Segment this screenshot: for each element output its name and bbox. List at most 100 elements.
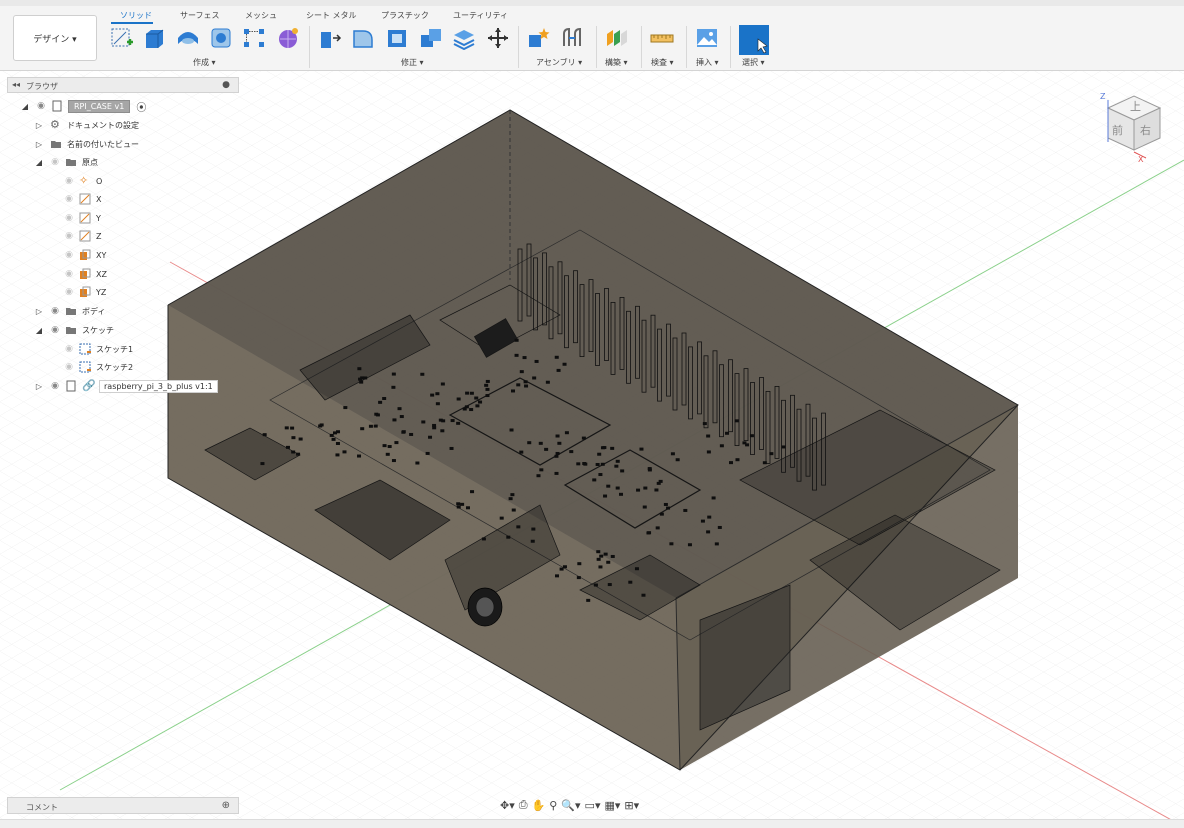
- expand-icon[interactable]: ▷: [34, 140, 44, 149]
- smd-component: [655, 526, 660, 530]
- smd-component: [700, 519, 705, 523]
- insert-image-icon[interactable]: [695, 26, 719, 50]
- smd-component: [432, 426, 437, 430]
- visibility-eye-icon[interactable]: ◉: [64, 194, 74, 204]
- viewcube-front-label[interactable]: 前: [1112, 123, 1123, 137]
- smd-component: [669, 542, 674, 546]
- visibility-eye-icon[interactable]: ◉: [64, 269, 74, 279]
- comments-panel[interactable]: コメント ⊕: [7, 797, 239, 814]
- tab-surface[interactable]: サーフェス: [180, 10, 220, 21]
- folder-icon: [65, 305, 77, 317]
- expand-icon[interactable]: ◢: [34, 158, 44, 167]
- extrude-icon[interactable]: [143, 26, 167, 50]
- pan-hand-icon[interactable]: ✋: [532, 799, 546, 812]
- visibility-eye-icon[interactable]: ◉: [64, 213, 74, 223]
- expand-icon[interactable]: ◢: [34, 326, 44, 335]
- tree-item-origin[interactable]: ◢ ◉ 原点: [34, 154, 98, 170]
- select-icon[interactable]: [739, 25, 769, 55]
- viewcube-top-label[interactable]: 上: [1130, 100, 1141, 113]
- tree-item-bodies[interactable]: ▷ ◉ ボディ: [34, 303, 106, 319]
- collapse-panel-icon[interactable]: ◂◂: [12, 80, 20, 89]
- canvas-viewport[interactable]: 上 前 右 Z X: [0, 71, 1184, 827]
- 3d-scene[interactable]: 上 前 右 Z X: [0, 71, 1184, 827]
- visibility-eye-icon[interactable]: ◉: [64, 231, 74, 241]
- browser-panel-header[interactable]: ◂◂ ブラウザ ●: [7, 77, 239, 93]
- tab-plastic[interactable]: プラスチック: [381, 10, 429, 21]
- tree-item-sketch1[interactable]: ◉ スケッチ1: [64, 341, 133, 357]
- browser-options-icon[interactable]: ●: [222, 80, 230, 90]
- offset-plane-icon[interactable]: [604, 26, 628, 50]
- construct-group-label[interactable]: 構築 ▾: [605, 57, 628, 68]
- fillet-icon[interactable]: [351, 26, 375, 50]
- tree-item-document-settings[interactable]: ▷ ⚙ ドキュメントの設定: [34, 117, 139, 133]
- tree-item-sketches[interactable]: ◢ ◉ スケッチ: [34, 322, 114, 338]
- select-group-label[interactable]: 選択 ▾: [742, 57, 765, 68]
- tab-sheet-metal[interactable]: シート メタル: [306, 10, 357, 21]
- navigation-bar: ✥▾ ⎙ ✋ ⚲ 🔍▾ ▭▾ ▦▾ ⊞▾: [500, 797, 690, 813]
- smd-component: [428, 435, 433, 439]
- expand-icon[interactable]: ▷: [34, 307, 44, 316]
- display-settings-icon[interactable]: ▭▾: [585, 799, 601, 812]
- visibility-eye-icon[interactable]: ◉: [64, 344, 74, 354]
- move-copy-icon[interactable]: [486, 26, 510, 50]
- folder-icon: [65, 156, 77, 168]
- toolbar-ribbon: デザイン ▾ ソリッド サーフェス メッシュ シート メタル プラスチック ユー…: [0, 6, 1184, 71]
- visibility-eye-icon[interactable]: ◉: [50, 381, 60, 391]
- workspace-design-dropdown[interactable]: デザイン ▾: [13, 15, 97, 61]
- measure-icon[interactable]: [650, 26, 674, 50]
- fit-icon[interactable]: 🔍▾: [561, 799, 580, 812]
- tab-solid[interactable]: ソリッド: [120, 10, 152, 21]
- tree-item-axis-y[interactable]: ◉ Y: [64, 210, 101, 226]
- visibility-eye-icon[interactable]: ◉: [36, 101, 46, 111]
- visibility-eye-icon[interactable]: ◉: [64, 362, 74, 372]
- tree-item-plane-xz[interactable]: ◉ XZ: [64, 266, 107, 282]
- sweep-icon[interactable]: [209, 26, 233, 50]
- modify-group-label[interactable]: 修正 ▾: [401, 57, 424, 68]
- smd-component: [336, 430, 341, 434]
- grid-settings-icon[interactable]: ▦▾: [604, 799, 620, 812]
- tree-item-sketch2[interactable]: ◉ スケッチ2: [64, 359, 133, 375]
- create-form-icon[interactable]: [276, 26, 300, 50]
- tree-item-axis-z[interactable]: ◉ Z: [64, 228, 101, 244]
- smd-component: [530, 539, 535, 543]
- rectangular-pattern-icon[interactable]: [242, 26, 266, 50]
- visibility-eye-icon[interactable]: ◉: [64, 287, 74, 297]
- tree-item-component[interactable]: ▷ ◉ 🔗 raspberry_pi_3_b_plus v1:1: [34, 378, 218, 394]
- activate-radio-icon[interactable]: ⦿: [136, 99, 146, 114]
- viewcube-right-label[interactable]: 右: [1140, 123, 1151, 137]
- tree-item-plane-xy[interactable]: ◉ XY: [64, 247, 106, 263]
- new-component-icon[interactable]: [526, 26, 550, 50]
- add-comment-icon[interactable]: ⊕: [222, 800, 230, 811]
- joint-icon[interactable]: [560, 26, 584, 50]
- tree-item-named-views[interactable]: ▷ 名前の付いたビュー: [34, 136, 139, 152]
- zoom-icon[interactable]: ⚲: [549, 799, 557, 812]
- tab-utility[interactable]: ユーティリティ: [453, 10, 508, 21]
- visibility-eye-icon[interactable]: ◉: [64, 250, 74, 260]
- assembly-group-label[interactable]: アセンブリ ▾: [536, 57, 582, 68]
- visibility-eye-icon[interactable]: ◉: [64, 176, 74, 186]
- expand-icon[interactable]: ◢: [20, 102, 30, 111]
- orbit-icon[interactable]: ✥▾: [500, 799, 515, 812]
- tree-item-origin-point[interactable]: ◉ ✧ O: [64, 173, 102, 189]
- visibility-eye-icon[interactable]: ◉: [50, 157, 60, 167]
- shell-icon[interactable]: [385, 26, 409, 50]
- visibility-eye-icon[interactable]: ◉: [50, 306, 60, 316]
- expand-icon[interactable]: ▷: [34, 382, 44, 391]
- inspect-group-label[interactable]: 検査 ▾: [651, 57, 674, 68]
- tree-item-axis-x[interactable]: ◉ X: [64, 191, 101, 207]
- viewports-icon[interactable]: ⊞▾: [624, 799, 639, 812]
- create-sketch-icon[interactable]: [110, 26, 134, 50]
- look-at-icon[interactable]: ⎙: [519, 798, 528, 812]
- offset-face-icon[interactable]: [452, 26, 476, 50]
- combine-icon[interactable]: [419, 26, 443, 50]
- tab-mesh[interactable]: メッシュ: [245, 10, 277, 21]
- create-group-label[interactable]: 作成 ▾: [193, 57, 216, 68]
- expand-icon[interactable]: ▷: [34, 121, 44, 130]
- tree-item-plane-yz[interactable]: ◉ YZ: [64, 284, 106, 300]
- insert-group-label[interactable]: 挿入 ▾: [696, 57, 719, 68]
- tree-root[interactable]: ◢ ◉ RPI_CASE v1 ⦿: [20, 98, 146, 114]
- visibility-eye-icon[interactable]: ◉: [50, 325, 60, 335]
- root-component-label[interactable]: RPI_CASE v1: [68, 99, 131, 113]
- revolve-icon[interactable]: [176, 26, 200, 50]
- press-pull-icon[interactable]: [318, 26, 342, 50]
